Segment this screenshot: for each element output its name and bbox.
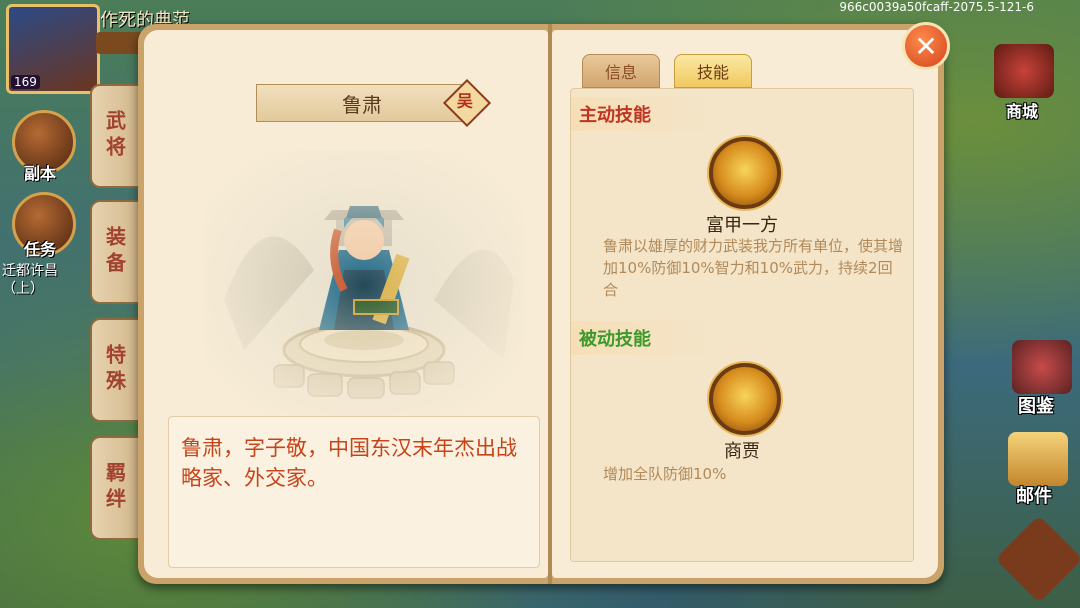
hero-description: 鲁肃，字子敬，中国东汉末年杰出战略家、外交家。 — [181, 436, 517, 490]
side-tab-bond[interactable]: 羁绊 — [90, 436, 140, 540]
mail-icon[interactable] — [1008, 432, 1068, 486]
skills-panel: 主动技能 富甲一方 鲁肃以雄厚的财力武装我方所有单位，使其增加10%防御10%智… — [570, 88, 914, 562]
side-tab-special[interactable]: 特殊 — [90, 318, 140, 422]
active-skill-name: 富甲一方 — [706, 215, 778, 236]
shop-icon[interactable] — [994, 44, 1054, 98]
active-skill-title: 主动技能 — [571, 97, 709, 131]
task-subtitle: 迁都许昌（上） — [2, 263, 58, 297]
codex-icon[interactable] — [1012, 340, 1072, 394]
active-skill-description: 鲁肃以雄厚的财力武装我方所有单位，使其增加10%防御10%智力和10%武力，持续… — [603, 237, 904, 299]
shop-button-label: 商城 — [1006, 102, 1039, 121]
passive-skill-name: 商贾 — [724, 441, 760, 462]
passive-skill-title: 被动技能 — [571, 321, 709, 355]
mail-button-label: 邮件 — [1016, 486, 1052, 507]
close-icon[interactable]: ✕ — [902, 22, 950, 70]
tab-skills[interactable]: 技能 — [674, 54, 752, 88]
hero-name: 鲁肃 — [256, 84, 468, 122]
hero-page: 鲁肃 吴 鲁肃，字子敬，中国东汉末年杰出战略家、外交家。 — [144, 30, 548, 578]
hero-detail-dialog: 鲁肃 吴 鲁肃，字子敬，中国东汉末年杰出战略家、外交家。 信息 技能 主动技能 … — [138, 24, 944, 584]
codex-button-label: 图鉴 — [1018, 396, 1054, 417]
gold-treasure-icon[interactable] — [709, 137, 781, 209]
passive-skill-description: 增加全队防御10% — [603, 465, 727, 483]
gold-ingot-icon[interactable] — [709, 363, 781, 435]
player-level: 169 — [11, 75, 40, 89]
build-watermark: 966c0039a50fcaff-2075.5-121-6 — [839, 0, 1034, 14]
dungeon-button-label: 副本 — [24, 164, 57, 183]
hero-portrait — [204, 150, 524, 420]
player-avatar[interactable]: 169 — [6, 4, 100, 94]
hero-description-box: 鲁肃，字子敬，中国东汉末年杰出战略家、外交家。 — [168, 416, 540, 568]
side-tab-equipment[interactable]: 装备 — [90, 200, 140, 304]
kingdom-badge-label: 吴 — [456, 91, 473, 111]
task-button-label: 任务 — [24, 240, 57, 259]
side-tab-general[interactable]: 武将 — [90, 84, 140, 188]
tab-info[interactable]: 信息 — [582, 54, 660, 88]
